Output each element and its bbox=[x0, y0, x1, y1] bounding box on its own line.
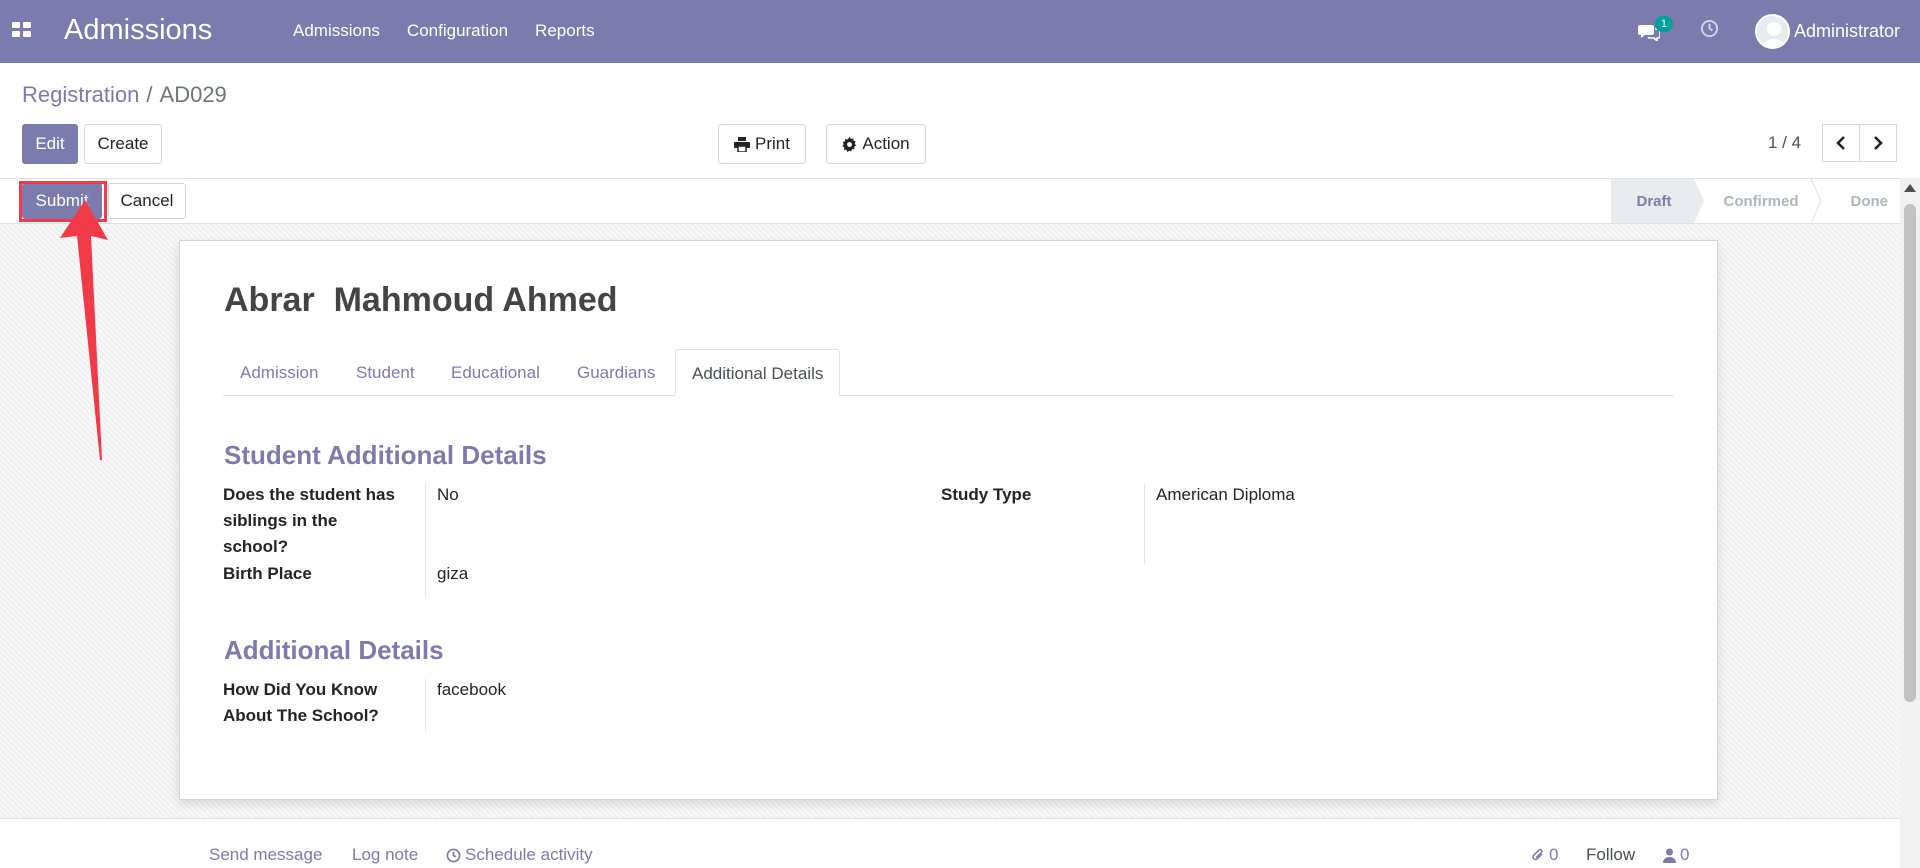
annotation-arrow-icon bbox=[60, 200, 108, 460]
systray: 1 Administrator bbox=[1637, 13, 1900, 49]
user-name[interactable]: Administrator bbox=[1794, 21, 1900, 42]
print-button[interactable]: Print bbox=[718, 124, 806, 164]
followers-button[interactable]: 0 bbox=[1663, 845, 1689, 865]
status-steps: Draft Confirmed Done bbox=[1611, 179, 1900, 223]
status-step-draft[interactable]: Draft bbox=[1611, 179, 1704, 223]
menu-item-configuration[interactable]: Configuration bbox=[407, 21, 508, 41]
scrollbar[interactable] bbox=[1900, 178, 1920, 868]
birth-place-label: Birth Place bbox=[223, 564, 312, 583]
pager-value[interactable]: 1 / 4 bbox=[1768, 133, 1801, 153]
gear-icon bbox=[842, 136, 857, 152]
paperclip-icon bbox=[1532, 848, 1543, 861]
status-step-label: Confirmed bbox=[1723, 192, 1799, 210]
form-sheet: Abrar Mahmoud Ahmed Admission Student Ed… bbox=[179, 240, 1718, 800]
status-step-label: Done bbox=[1850, 192, 1889, 210]
menu-item-reports[interactable]: Reports bbox=[535, 21, 595, 41]
chatter-topbar: Send message Log note Schedule activity … bbox=[0, 818, 1900, 868]
study-type-label: Study Type bbox=[941, 485, 1032, 504]
messages-badge: 1 bbox=[1654, 16, 1673, 32]
send-message-link[interactable]: Send message bbox=[209, 845, 322, 865]
print-label: Print bbox=[755, 134, 790, 153]
siblings-value[interactable]: No bbox=[437, 482, 459, 508]
action-button[interactable]: Action bbox=[826, 124, 926, 164]
menu-item-admissions[interactable]: Admissions bbox=[293, 21, 380, 41]
status-step-confirmed[interactable]: Confirmed bbox=[1694, 179, 1822, 223]
how-know-value[interactable]: facebook bbox=[437, 677, 506, 703]
tab-admission[interactable]: Admission bbox=[240, 349, 318, 396]
schedule-activity-link[interactable]: Schedule activity bbox=[446, 845, 593, 865]
pager-previous-button[interactable] bbox=[1822, 124, 1860, 162]
tab-additional-details[interactable]: Additional Details bbox=[675, 349, 841, 396]
scrollbar-thumb[interactable] bbox=[1904, 204, 1916, 702]
record-title: Abrar Mahmoud Ahmed bbox=[224, 281, 618, 319]
followers-count: 0 bbox=[1680, 845, 1690, 864]
schedule-activity-label: Schedule activity bbox=[465, 845, 593, 864]
siblings-label: Does the student has siblings in the sch… bbox=[223, 485, 395, 556]
section-title-student-additional: Student Additional Details bbox=[224, 440, 547, 470]
section-title-additional: Additional Details bbox=[224, 635, 444, 665]
statusbar: Submit Cancel Draft Confirmed Done bbox=[0, 178, 1900, 224]
chevron-left-icon bbox=[1836, 136, 1845, 150]
status-step-label: Draft bbox=[1636, 192, 1672, 210]
main-menu: Admissions Configuration Reports bbox=[293, 21, 595, 41]
tab-guardians[interactable]: Guardians bbox=[577, 349, 655, 396]
clock-icon bbox=[446, 848, 461, 862]
birth-place-value[interactable]: giza bbox=[437, 561, 468, 587]
breadcrumb-current: AD029 bbox=[159, 82, 227, 107]
scroll-up-arrow-icon[interactable] bbox=[1904, 184, 1916, 192]
notebook-tabs: Admission Student Educational Guardians … bbox=[223, 349, 1674, 396]
avatar[interactable] bbox=[1754, 13, 1790, 49]
breadcrumb-separator: / bbox=[146, 82, 153, 107]
clock-icon[interactable] bbox=[1700, 19, 1719, 43]
user-icon bbox=[1663, 848, 1676, 863]
top-navbar: Admissions Admissions Configuration Repo… bbox=[0, 0, 1920, 63]
print-icon bbox=[734, 136, 751, 152]
chevron-right-icon bbox=[1874, 136, 1883, 150]
follow-button[interactable]: Follow bbox=[1586, 845, 1635, 865]
how-know-label: How Did You Know About The School? bbox=[223, 680, 379, 725]
status-step-done[interactable]: Done bbox=[1821, 179, 1901, 223]
attachments-count: 0 bbox=[1549, 845, 1559, 864]
study-type-value[interactable]: American Diploma bbox=[1156, 482, 1295, 508]
chat-icon[interactable]: 1 bbox=[1637, 16, 1673, 42]
tab-educational[interactable]: Educational bbox=[451, 349, 540, 396]
log-note-link[interactable]: Log note bbox=[352, 845, 418, 865]
attachments-button[interactable]: 0 bbox=[1531, 845, 1558, 865]
action-label: Action bbox=[862, 134, 910, 153]
pager-next-button[interactable] bbox=[1859, 124, 1897, 162]
tab-student[interactable]: Student bbox=[356, 349, 415, 396]
